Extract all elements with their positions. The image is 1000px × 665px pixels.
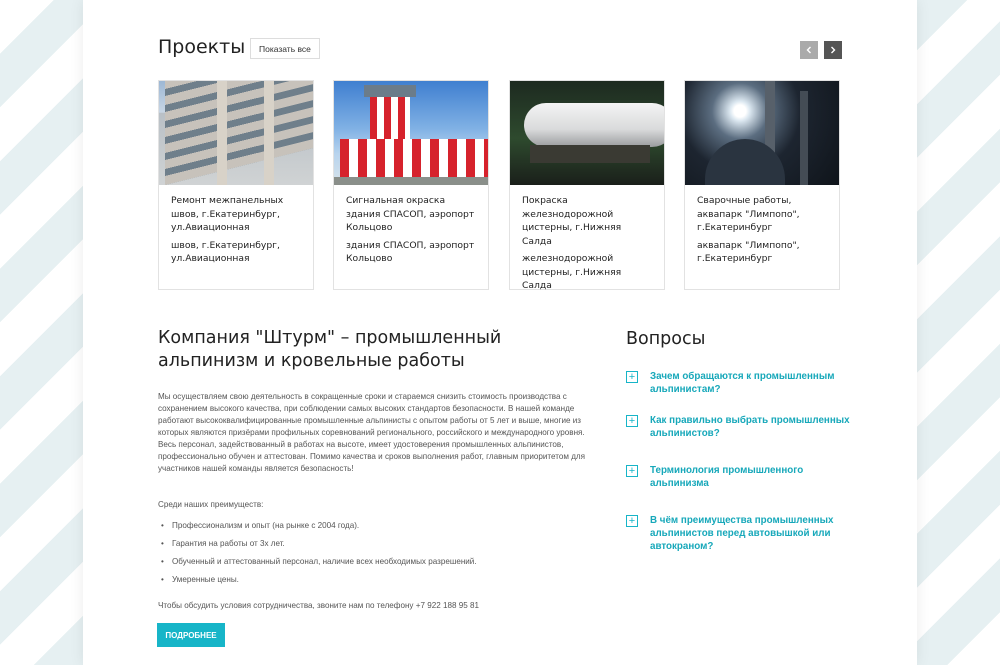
company-description: Мы осуществляем свою деятельность в сокр… [158,392,586,473]
plus-icon[interactable]: + [626,515,638,527]
project-card-subtitle: швов, г.Екатеринбург, ул.Авиационная [171,239,280,265]
faq-question[interactable]: Зачем обращаются к промышленным альпинис… [650,370,855,396]
advantage-item: Обученный и аттестованный персонал, нали… [158,556,477,574]
plus-icon[interactable]: + [626,415,638,427]
project-card[interactable]: Сварочные работы, аквапарк "Лимпопо", г.… [684,80,840,290]
project-card-title: Сигнальная окраска здания СПАСОП, аэропо… [346,195,475,233]
carousel-next-button[interactable] [824,41,842,59]
advantage-item: Умеренные цены. [158,574,477,592]
project-card[interactable]: Покраска железнодорожной цистерны, г.Ниж… [509,80,665,291]
faq-question[interactable]: Терминология промышленного альпинизма [650,464,855,490]
control-tower-photo [334,81,488,185]
more-button[interactable]: ПОДРОБНЕЕ [157,623,225,647]
project-card-subtitle: аквапарк "Лимпопо", г.Екатеринбург [697,239,800,265]
chevron-right-icon [829,41,837,59]
company-title: Компания "Штурм" – промышленный альпиниз… [158,328,502,371]
project-card-title: Сварочные работы, аквапарк "Лимпопо", г.… [697,195,800,233]
projects-title: Проекты [158,36,246,58]
plus-icon[interactable]: + [626,371,638,383]
faq-question[interactable]: Как правильно выбрать промышленных альпи… [650,414,855,440]
project-card[interactable]: Сигнальная окраска здания СПАСОП, аэропо… [333,80,489,290]
advantages-list: Профессионализм и опыт (на рынке с 2004 … [158,520,477,592]
page-container: Проекты Показать все Ремонт межпанельных… [83,0,917,665]
apartment-building-photo [159,81,313,185]
faq-question[interactable]: В чём преимущества промышленных альпинис… [650,514,855,553]
chevron-left-icon [805,41,813,59]
rail-tank-photo [510,81,664,185]
show-all-button[interactable]: Показать все [250,38,320,59]
contact-text: Чтобы обсудить условия сотрудничества, з… [158,601,479,610]
project-card[interactable]: Ремонт межпанельных швов, г.Екатеринбург… [158,80,314,290]
plus-icon[interactable]: + [626,465,638,477]
advantage-item: Гарантия на работы от 3х лет. [158,538,477,556]
project-card-subtitle: здания СПАСОП, аэропорт Кольцово [346,239,475,265]
advantage-item: Профессионализм и опыт (на рынке с 2004 … [158,520,477,538]
advantages-title: Среди наших преимуществ: [158,500,264,509]
faq-title: Вопросы [626,329,706,349]
project-card-subtitle: железнодорожной цистерны, г.Нижняя Салда [522,253,622,291]
carousel-prev-button[interactable] [800,41,818,59]
project-card-title: Покраска железнодорожной цистерны, г.Ниж… [522,195,622,247]
project-card-title: Ремонт межпанельных швов, г.Екатеринбург… [171,195,284,233]
welding-photo [685,81,839,185]
